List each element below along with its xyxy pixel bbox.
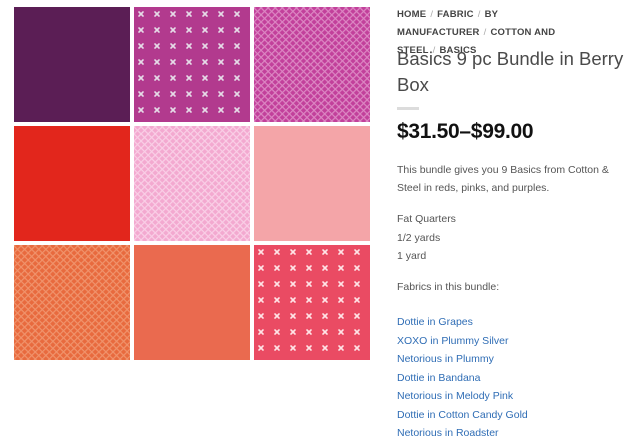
breadcrumb-fabric[interactable]: Fabric — [437, 9, 474, 20]
product-description: This bundle gives you 9 Basics from Cott… — [397, 164, 609, 194]
fabric-swatch[interactable] — [14, 126, 130, 241]
fabric-swatch[interactable] — [254, 245, 370, 360]
product-price: $31.50–$99.00 — [397, 120, 534, 143]
fabric-link[interactable]: Netorious in Plummy — [397, 353, 494, 365]
list-item: XOXO in Plummy Silver — [397, 332, 528, 351]
swatch-pattern — [14, 7, 130, 122]
list-item: Netorious in Roadster — [397, 424, 528, 437]
fabric-link[interactable]: Netorious in Melody Pink — [397, 390, 513, 402]
size-option: Fat Quarters — [397, 213, 456, 225]
fabric-swatch[interactable] — [134, 7, 250, 122]
breadcrumb-separator: / — [430, 9, 434, 20]
swatch-pattern — [134, 126, 250, 241]
size-option: 1 yard — [397, 250, 427, 262]
breadcrumb-separator: / — [483, 27, 487, 38]
fabric-link[interactable]: XOXO in Plummy Silver — [397, 335, 508, 347]
fabric-swatch[interactable] — [134, 126, 250, 241]
swatch-pattern — [14, 245, 130, 360]
fabrics-label: Fabrics in this bundle: — [397, 281, 500, 293]
list-item: Dottie in Grapes — [397, 313, 528, 332]
list-item: Netorious in Melody Pink — [397, 387, 528, 406]
product-gallery — [14, 7, 370, 360]
list-item: Netorious in Plummy — [397, 350, 528, 369]
fabric-link[interactable]: Dottie in Grapes — [397, 316, 473, 328]
size-option: 1/2 yards — [397, 231, 441, 244]
list-item: Dottie in Bandana — [397, 369, 528, 388]
fabric-swatch[interactable] — [14, 245, 130, 360]
fabric-swatch[interactable] — [134, 245, 250, 360]
fabric-swatch[interactable] — [254, 7, 370, 122]
fabric-list: Dottie in Grapes XOXO in Plummy Silver N… — [397, 313, 528, 437]
list-item: Dottie in Cotton Candy Gold — [397, 406, 528, 425]
fabric-link[interactable]: Dottie in Cotton Candy Gold — [397, 409, 528, 421]
swatch-pattern — [254, 7, 370, 122]
fabric-link[interactable]: Netorious in Roadster — [397, 427, 499, 437]
swatch-pattern — [254, 245, 370, 360]
swatch-pattern — [134, 7, 250, 122]
breadcrumb-home[interactable]: Home — [397, 9, 426, 20]
swatch-pattern — [134, 245, 250, 360]
swatch-pattern — [254, 126, 370, 241]
swatch-pattern — [14, 126, 130, 241]
fabric-link[interactable]: Dottie in Bandana — [397, 372, 480, 384]
breadcrumb-separator: / — [477, 9, 481, 20]
size-options: Fat Quarters 1/2 yards 1 yard — [397, 210, 456, 266]
product-title: Basics 9 pc Bundle in Berry Box — [397, 48, 624, 95]
title-divider — [397, 107, 419, 110]
fabric-swatch[interactable] — [14, 7, 130, 122]
fabric-swatch[interactable] — [254, 126, 370, 241]
